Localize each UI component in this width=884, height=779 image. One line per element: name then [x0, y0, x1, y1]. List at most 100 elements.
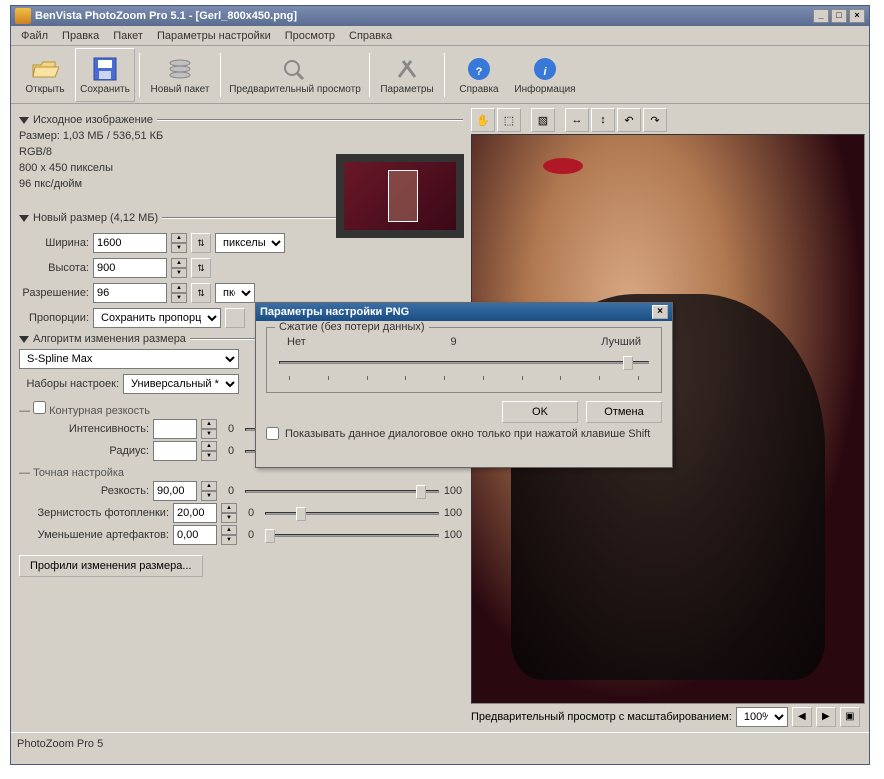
- save-button[interactable]: Сохранить: [75, 48, 135, 102]
- toolbar: Открыть Сохранить Новый пакет Предварите…: [11, 46, 869, 104]
- hand-icon: ✋: [476, 114, 490, 127]
- resolution-spinner[interactable]: ▲▼: [171, 283, 187, 303]
- grain-label: Зернистость фотопленки:: [19, 507, 169, 519]
- minimize-button[interactable]: _: [813, 9, 829, 23]
- height-link-button[interactable]: ⇅: [191, 258, 211, 278]
- png-settings-dialog: Параметры настройки PNG × Сжатие (без по…: [255, 302, 673, 468]
- height-input[interactable]: [93, 258, 167, 278]
- height-label: Высота:: [19, 262, 89, 274]
- flip-h-button[interactable]: ↔: [565, 108, 589, 132]
- flip-v-icon: ↕: [600, 114, 606, 126]
- zoom-in-button[interactable]: ▶: [816, 707, 836, 727]
- zoom-select[interactable]: 100%: [736, 707, 788, 727]
- flip-h-icon: ↔: [572, 114, 583, 126]
- artifact-input[interactable]: [173, 525, 217, 545]
- presets-label: Наборы настроек:: [19, 378, 119, 390]
- marquee-icon: ⬚: [504, 114, 514, 127]
- zoom-fit-button[interactable]: ▣: [840, 707, 860, 727]
- compression-slider[interactable]: [279, 352, 649, 374]
- sharpness-spinner[interactable]: ▲▼: [201, 481, 217, 501]
- params-button[interactable]: Параметры: [374, 48, 440, 102]
- proportions-select[interactable]: Сохранить пропорции: [93, 308, 221, 328]
- folder-open-icon: [31, 55, 59, 83]
- width-input[interactable]: [93, 233, 167, 253]
- sharpness-input[interactable]: [153, 481, 197, 501]
- unit-select[interactable]: пикселы: [215, 233, 285, 253]
- zoom-out-button[interactable]: ◀: [792, 707, 812, 727]
- magnifier-icon: [281, 55, 309, 83]
- info-button[interactable]: i Информация: [509, 48, 581, 102]
- radius-spinner[interactable]: ▲▼: [201, 441, 217, 461]
- rotate-ccw-button[interactable]: ↶: [617, 108, 641, 132]
- cancel-button[interactable]: Отмена: [586, 401, 662, 423]
- resolution-unit-select[interactable]: пкс/: [215, 283, 255, 303]
- intensity-spinner[interactable]: ▲▼: [201, 419, 217, 439]
- help-button[interactable]: ? Справка: [449, 48, 509, 102]
- radius-label: Радиус:: [19, 445, 149, 457]
- thumbnail-navigator[interactable]: [336, 154, 464, 238]
- menu-help[interactable]: Справка: [343, 28, 398, 44]
- close-button[interactable]: ×: [849, 9, 865, 23]
- info-icon: i: [531, 55, 559, 83]
- source-size: Размер: 1,03 МБ / 536,51 КБ: [19, 130, 463, 142]
- resolution-input[interactable]: [93, 283, 167, 303]
- source-section-header[interactable]: Исходное изображение: [19, 114, 463, 126]
- marquee-tool-button[interactable]: ⬚: [497, 108, 521, 132]
- crop-tool-button[interactable]: ▧: [531, 108, 555, 132]
- pan-tool-button[interactable]: ✋: [471, 108, 495, 132]
- preview-button[interactable]: Предварительный просмотр: [225, 48, 365, 102]
- grain-spinner[interactable]: ▲▼: [221, 503, 237, 523]
- method-select[interactable]: S-Spline Max: [19, 349, 239, 369]
- titlebar[interactable]: BenVista PhotoZoom Pro 5.1 - [Gerl_800x4…: [11, 6, 869, 26]
- collapse-icon: [19, 215, 29, 222]
- collapse-icon: [19, 117, 29, 124]
- tools-icon: [393, 55, 421, 83]
- rotate-ccw-icon: ↶: [624, 114, 633, 127]
- artifact-label: Уменьшение артефактов:: [19, 529, 169, 541]
- shift-only-checkbox[interactable]: [266, 427, 279, 440]
- menu-settings[interactable]: Параметры настройки: [151, 28, 277, 44]
- height-spinner[interactable]: ▲▼: [171, 258, 187, 278]
- open-button[interactable]: Открыть: [15, 48, 75, 102]
- artifact-spinner[interactable]: ▲▼: [221, 525, 237, 545]
- menu-edit[interactable]: Правка: [56, 28, 105, 44]
- contour-checkbox[interactable]: [33, 401, 46, 414]
- artifact-slider[interactable]: [265, 525, 439, 545]
- flip-v-button[interactable]: ↕: [591, 108, 615, 132]
- proportions-extra-button[interactable]: [225, 308, 245, 328]
- preview-zoom-label: Предварительный просмотр с масштабирован…: [471, 711, 732, 723]
- menu-view[interactable]: Просмотр: [279, 28, 341, 44]
- maximize-button[interactable]: □: [831, 9, 847, 23]
- grain-slider[interactable]: [265, 503, 439, 523]
- rotate-cw-button[interactable]: ↷: [643, 108, 667, 132]
- sharpness-slider[interactable]: [245, 481, 439, 501]
- menu-batch[interactable]: Пакет: [107, 28, 149, 44]
- menu-file[interactable]: Файл: [15, 28, 54, 44]
- compression-fieldset: Сжатие (без потери данных) Нет 9 Лучший: [266, 327, 662, 393]
- rotate-cw-icon: ↷: [650, 114, 659, 127]
- dialog-close-button[interactable]: ×: [652, 305, 668, 319]
- status-bar: PhotoZoom Pro 5: [11, 732, 869, 754]
- new-batch-button[interactable]: Новый пакет: [144, 48, 216, 102]
- width-spinner[interactable]: ▲▼: [171, 233, 187, 253]
- help-icon: ?: [465, 55, 493, 83]
- intensity-input[interactable]: [153, 419, 197, 439]
- crop-icon: ▧: [538, 114, 548, 127]
- width-link-button[interactable]: ⇅: [191, 233, 211, 253]
- presets-select[interactable]: Универсальный *: [123, 374, 239, 394]
- ok-button[interactable]: OK: [502, 401, 578, 423]
- radius-input[interactable]: [153, 441, 197, 461]
- grain-input[interactable]: [173, 503, 217, 523]
- window-title: BenVista PhotoZoom Pro 5.1 - [Gerl_800x4…: [35, 10, 813, 22]
- proportions-label: Пропорции:: [19, 312, 89, 324]
- dialog-titlebar[interactable]: Параметры настройки PNG ×: [256, 303, 672, 321]
- collapse-icon: [19, 336, 29, 343]
- shift-only-label: Показывать данное диалоговое окно только…: [285, 428, 650, 440]
- resolution-link-button[interactable]: ⇅: [191, 283, 211, 303]
- compression-value-label: 9: [450, 336, 456, 348]
- resize-profiles-button[interactable]: Профили изменения размера...: [19, 555, 203, 577]
- preview-toolbar: ✋ ⬚ ▧ ↔ ↕ ↶ ↷: [471, 106, 865, 134]
- app-icon: [15, 8, 31, 24]
- resolution-label: Разрешение:: [19, 287, 89, 299]
- batch-icon: [166, 55, 194, 83]
